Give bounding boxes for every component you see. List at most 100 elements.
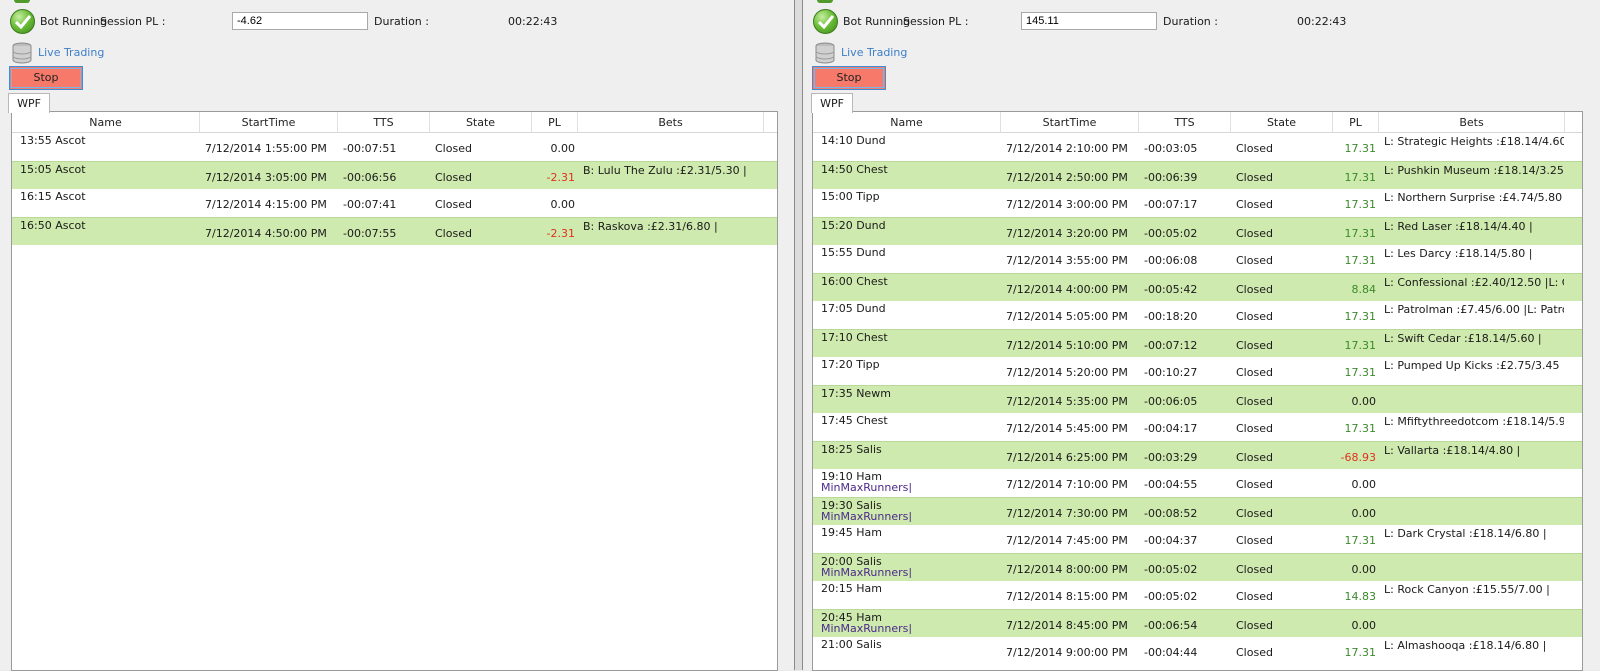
- market-name: 18:25 Salis: [821, 444, 882, 455]
- market-name: 15:05 Ascot: [20, 164, 86, 175]
- cell-tts: -00:06:54: [1144, 619, 1198, 632]
- duration-label: Duration :: [374, 15, 429, 28]
- cell-name: 16:00 Chest: [821, 276, 888, 287]
- cell-start: 7/12/2014 9:00:00 PM: [1006, 646, 1128, 659]
- column-header-name[interactable]: Name: [813, 112, 1001, 133]
- cell-start: 7/12/2014 7:10:00 PM: [1006, 478, 1128, 491]
- pane-divider[interactable]: [795, 0, 802, 670]
- column-header-start[interactable]: StartTime: [200, 112, 338, 133]
- cell-tts: -00:07:12: [1144, 339, 1198, 352]
- cell-start: 7/12/2014 3:20:00 PM: [1006, 227, 1128, 240]
- table-row[interactable]: 14:10 Dund 7/12/2014 2:10:00 PM -00:03:05 C…: [813, 133, 1582, 161]
- cell-tts: -00:06:56: [343, 171, 397, 184]
- table-row[interactable]: 17:05 Dund 7/12/2014 5:05:00 PM -00:18:20 C…: [813, 301, 1582, 329]
- table-row[interactable]: 16:00 Chest 7/12/2014 4:00:00 PM -00:05:42…: [813, 273, 1582, 301]
- cell-pl: 17.31: [1344, 422, 1377, 435]
- cell-tts: -00:04:44: [1144, 646, 1198, 659]
- markets-grid: Name StartTime TTS State PL Bets 14:10 Dund 7/…: [812, 111, 1583, 671]
- table-row[interactable]: 15:05 Ascot 7/12/2014 3:05:00 PM -00:06:56…: [12, 161, 777, 189]
- cell-tts: -00:05:02: [1144, 590, 1198, 603]
- live-trading-link[interactable]: Live Trading: [38, 46, 104, 59]
- table-row[interactable]: 20:00 Salis MinMaxRunners| 7/12/2014 8:00:…: [813, 553, 1582, 581]
- cell-tts: -00:06:39: [1144, 171, 1198, 184]
- cell-state: Closed: [1236, 339, 1273, 352]
- table-row[interactable]: 18:25 Salis 7/12/2014 6:25:00 PM -00:03:29…: [813, 441, 1582, 469]
- session-pl-field[interactable]: [232, 12, 368, 30]
- database-icon: [815, 42, 835, 64]
- cell-pl: 8.84: [1351, 283, 1377, 296]
- cell-pl: 17.31: [1344, 171, 1377, 184]
- table-row[interactable]: 17:35 Newm 7/12/2014 5:35:00 PM -00:06:05 C…: [813, 385, 1582, 413]
- grid-rows: 14:10 Dund 7/12/2014 2:10:00 PM -00:03:05 C…: [813, 133, 1582, 665]
- live-trading-link[interactable]: Live Trading: [841, 46, 907, 59]
- stop-button[interactable]: Stop: [812, 66, 886, 90]
- cell-pl: 17.31: [1344, 227, 1377, 240]
- grid-header: Name StartTime TTS State PL Bets: [813, 112, 1582, 133]
- table-row[interactable]: 16:50 Ascot 7/12/2014 4:50:00 PM -00:07:55…: [12, 217, 777, 245]
- session-pl-field[interactable]: [1021, 12, 1157, 30]
- table-row[interactable]: 17:10 Chest 7/12/2014 5:10:00 PM -00:07:12…: [813, 329, 1582, 357]
- cell-state: Closed: [1236, 646, 1273, 659]
- tab-wpf[interactable]: WPF: [811, 93, 853, 113]
- session-pl-label: Session PL :: [100, 15, 166, 28]
- column-header-name[interactable]: Name: [12, 112, 200, 133]
- bot-status-label: Bot Running: [843, 15, 911, 28]
- table-row[interactable]: 13:55 Ascot 7/12/2014 1:55:00 PM -00:07:51…: [12, 133, 777, 161]
- cell-start: 7/12/2014 5:20:00 PM: [1006, 366, 1128, 379]
- table-row[interactable]: 17:20 Tipp 7/12/2014 5:20:00 PM -00:10:27 C…: [813, 357, 1582, 385]
- table-row[interactable]: 15:55 Dund 7/12/2014 3:55:00 PM -00:06:08 C…: [813, 245, 1582, 273]
- cell-start: 7/12/2014 2:10:00 PM: [1006, 142, 1128, 155]
- cell-tts: -00:07:55: [343, 227, 397, 240]
- column-header-bets[interactable]: Bets: [578, 112, 764, 133]
- column-header-pl[interactable]: PL: [1333, 112, 1379, 133]
- column-header-state[interactable]: State: [430, 112, 532, 133]
- table-row[interactable]: 16:15 Ascot 7/12/2014 4:15:00 PM -00:07:41…: [12, 189, 777, 217]
- cell-tts: -00:05:02: [1144, 563, 1198, 576]
- cell-pl: 0.00: [1351, 563, 1377, 576]
- cell-tts: -00:04:37: [1144, 534, 1198, 547]
- cell-bets: L: Red Laser :£18.14/4.40 |: [1384, 220, 1533, 233]
- cell-start: 7/12/2014 8:45:00 PM: [1006, 619, 1128, 632]
- table-row[interactable]: 19:30 Salis MinMaxRunners| 7/12/2014 7:30:…: [813, 497, 1582, 525]
- cell-state: Closed: [435, 227, 472, 240]
- market-name: 13:55 Ascot: [20, 135, 86, 146]
- column-header-start[interactable]: StartTime: [1001, 112, 1139, 133]
- cell-state: Closed: [1236, 227, 1273, 240]
- tab-wpf[interactable]: WPF: [8, 93, 50, 113]
- column-header-pl[interactable]: PL: [532, 112, 578, 133]
- cell-tts: -00:07:51: [343, 142, 397, 155]
- stop-button[interactable]: Stop: [9, 66, 83, 90]
- cell-state: Closed: [435, 198, 472, 211]
- cell-bets: L: Patrolman :£7.45/6.00 |L: Patrolman: [1384, 303, 1564, 316]
- cell-state: Closed: [1236, 451, 1273, 464]
- market-name: 20:15 Ham: [821, 583, 882, 594]
- column-header-state[interactable]: State: [1231, 112, 1333, 133]
- table-row[interactable]: 15:20 Dund 7/12/2014 3:20:00 PM -00:05:02 C…: [813, 217, 1582, 245]
- table-row[interactable]: 20:45 Ham MinMaxRunners| 7/12/2014 8:45:00…: [813, 609, 1582, 637]
- column-header-bets[interactable]: Bets: [1379, 112, 1565, 133]
- market-name: 19:45 Ham: [821, 527, 882, 538]
- column-header-tts[interactable]: TTS: [338, 112, 430, 133]
- cell-bets: L: Almashooqa :£18.14/6.80 |: [1384, 639, 1547, 652]
- cell-bets: L: Vallarta :£18.14/4.80 |: [1384, 444, 1521, 457]
- cell-bets: L: Pushkin Museum :£18.14/3.25 |: [1384, 164, 1564, 177]
- column-header-tts[interactable]: TTS: [1139, 112, 1231, 133]
- cell-start: 7/12/2014 5:35:00 PM: [1006, 395, 1128, 408]
- cell-name: 14:10 Dund: [821, 135, 886, 146]
- table-row[interactable]: 15:00 Tipp 7/12/2014 3:00:00 PM -00:07:17 C…: [813, 189, 1582, 217]
- table-row[interactable]: 17:45 Chest 7/12/2014 5:45:00 PM -00:04:17…: [813, 413, 1582, 441]
- cell-start: 7/12/2014 2:50:00 PM: [1006, 171, 1128, 184]
- cell-name: 16:50 Ascot: [20, 220, 86, 231]
- table-row[interactable]: 19:10 Ham MinMaxRunners| 7/12/2014 7:10:00…: [813, 469, 1582, 497]
- cell-pl: 17.31: [1344, 310, 1377, 323]
- table-row[interactable]: 20:15 Ham 7/12/2014 8:15:00 PM -00:05:02 Cl…: [813, 581, 1582, 609]
- table-row[interactable]: 19:45 Ham 7/12/2014 7:45:00 PM -00:04:37 Cl…: [813, 525, 1582, 553]
- duration-label: Duration :: [1163, 15, 1218, 28]
- bot-status-label: Bot Running: [40, 15, 108, 28]
- table-row[interactable]: 14:50 Chest 7/12/2014 2:50:00 PM -00:06:39…: [813, 161, 1582, 189]
- table-row[interactable]: 21:00 Salis 7/12/2014 9:00:00 PM -00:04:44…: [813, 637, 1582, 665]
- cell-start: 7/12/2014 6:25:00 PM: [1006, 451, 1128, 464]
- cell-bets: L: Les Darcy :£18.14/5.80 |: [1384, 247, 1533, 260]
- market-name: 15:55 Dund: [821, 247, 886, 258]
- market-name: 17:35 Newm: [821, 388, 891, 399]
